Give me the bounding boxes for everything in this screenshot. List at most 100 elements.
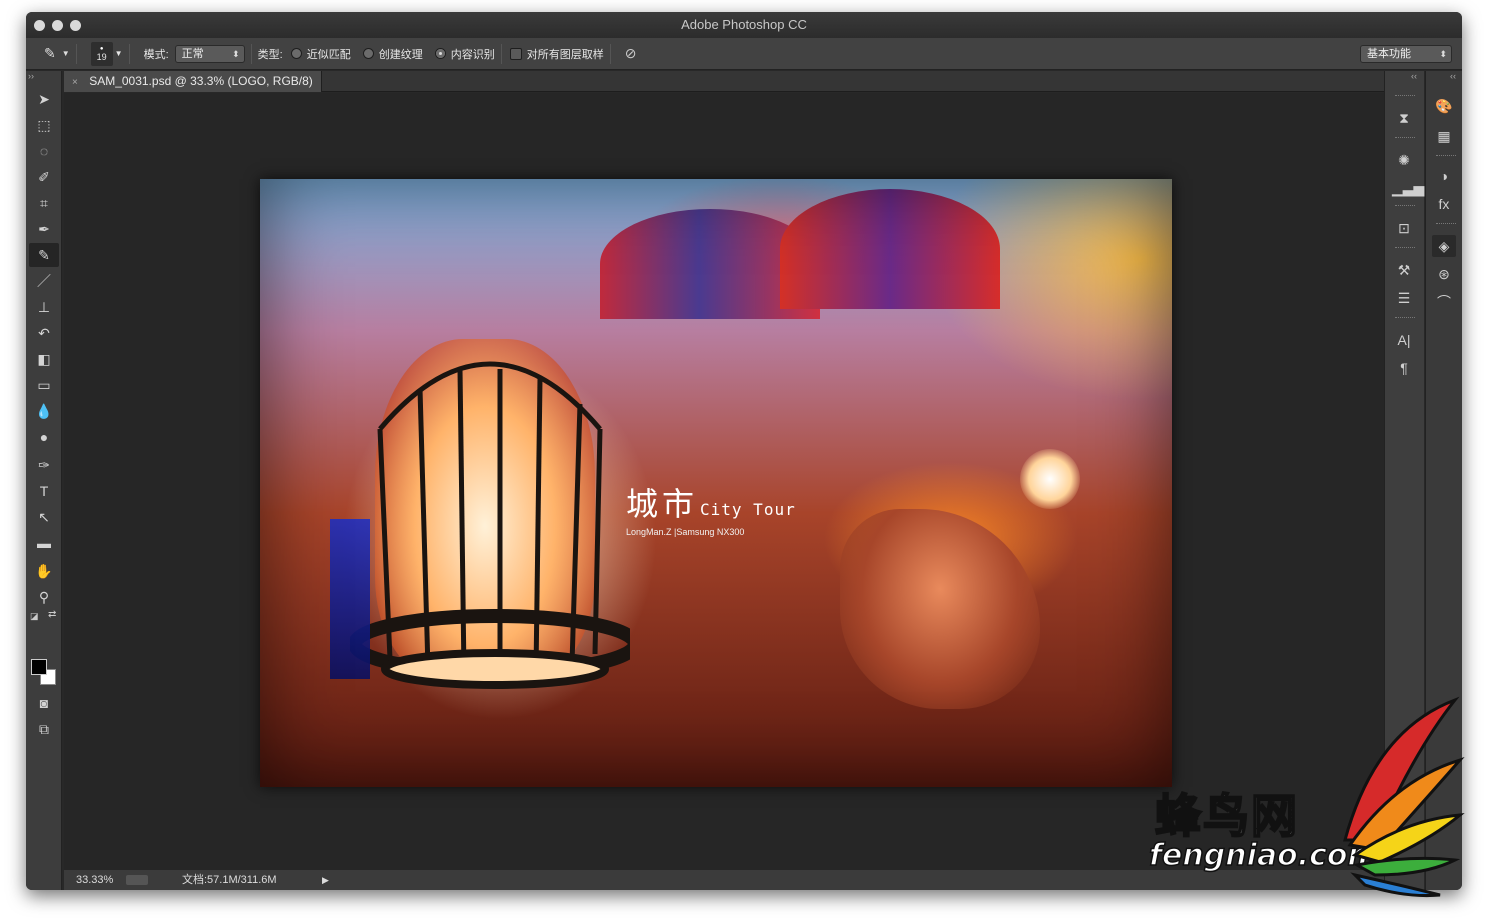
clone-stamp-tool-icon[interactable]: ⊥	[29, 295, 59, 319]
document-tab[interactable]: × SAM_0031.psd @ 33.3% (LOGO, RGB/8)	[64, 71, 322, 92]
sample-all-layers-option[interactable]: 对所有图层取样	[509, 46, 604, 62]
tool-preset-picker[interactable]: ✎ ▼	[44, 45, 70, 62]
default-colors-icon[interactable]: ◪	[30, 611, 39, 622]
history-panel-icon[interactable]: ⧗	[1392, 107, 1416, 129]
type-label: 类型:	[257, 48, 283, 61]
panel-group-grip[interactable]	[1395, 247, 1415, 249]
path-selection-tool-icon[interactable]: ↖	[29, 505, 59, 529]
fengniao-watermark: 蜂鸟网 fengniao.com	[1145, 696, 1465, 900]
panel-group-grip[interactable]	[1395, 137, 1415, 139]
zoom-window-button[interactable]	[70, 20, 81, 31]
caption-credit: LongMan.Z |Samsung NX300	[626, 527, 745, 537]
eyedropper-tool-icon[interactable]: ✒	[29, 217, 59, 241]
quick-selection-tool-icon[interactable]: ✐	[29, 165, 59, 189]
sample-all-layers-checkbox[interactable]	[509, 47, 522, 60]
mode-value: 正常	[181, 47, 204, 60]
panel-group-grip[interactable]	[1395, 317, 1415, 319]
brand-name-cn: 蜂鸟网	[1154, 788, 1299, 844]
type-option-content-aware[interactable]: 内容识别	[434, 46, 495, 62]
gradient-tool-icon[interactable]: ▭	[29, 373, 59, 397]
brush-size-value: 19	[96, 51, 107, 62]
panel-group-grip[interactable]	[1395, 95, 1415, 97]
type-option-label: 近似匹配	[306, 48, 351, 61]
close-tab-icon[interactable]: ×	[72, 77, 78, 88]
styles-panel-icon[interactable]: fx	[1432, 193, 1456, 215]
collapse-dock-icon[interactable]: ‹‹	[1450, 71, 1456, 81]
zoom-tool-icon[interactable]: ⚲	[29, 585, 59, 609]
close-window-button[interactable]	[34, 20, 45, 31]
collapse-panel-icon[interactable]: ››	[28, 71, 34, 81]
sample-all-layers-label: 对所有图层取样	[526, 48, 604, 61]
move-tool-icon[interactable]: ➤	[29, 87, 59, 111]
workspace-select[interactable]: 基本功能	[1360, 44, 1452, 63]
document-image[interactable]: 城市 City Tour LongMan.Z |Samsung NX300	[260, 179, 1172, 787]
paragraph-panel-icon[interactable]: ¶	[1392, 357, 1416, 379]
document-tab-bar: × SAM_0031.psd @ 33.3% (LOGO, RGB/8)	[64, 71, 1392, 92]
crop-tool-icon[interactable]: ⌗	[29, 191, 59, 215]
photo-caption: 城市 City Tour LongMan.Z |Samsung NX300	[626, 479, 796, 537]
divider	[75, 43, 77, 64]
divider	[500, 43, 502, 64]
type-label-group: 类型:	[258, 46, 283, 62]
canvas-area[interactable]: 城市 City Tour LongMan.Z |Samsung NX300	[64, 93, 1392, 870]
dodge-tool-icon[interactable]: ●	[29, 425, 59, 449]
type-option-label: 内容识别	[450, 48, 495, 61]
screen-mode-icon[interactable]: ⧉	[29, 717, 59, 741]
adjustments-panel-icon[interactable]: ◑	[1432, 165, 1456, 187]
healing-brush-icon: ✎	[44, 45, 56, 61]
share-icon[interactable]	[126, 875, 148, 885]
brush-tool-icon[interactable]: ／	[29, 269, 59, 293]
hand-tool-icon[interactable]: ✋	[29, 559, 59, 583]
navigator-panel-icon[interactable]: ⊡	[1392, 217, 1416, 239]
caption-title-en: City Tour	[700, 500, 796, 519]
tool-presets-panel-icon[interactable]: ⚒	[1392, 259, 1416, 281]
radio-button[interactable]	[362, 48, 374, 59]
panel-group-grip[interactable]	[1395, 205, 1415, 207]
histogram-panel-icon[interactable]: ▁▃▅	[1392, 177, 1424, 199]
status-menu-arrow[interactable]: ▶	[322, 870, 329, 890]
panel-group-grip[interactable]	[1436, 223, 1456, 225]
swatches-panel-icon[interactable]: ▦	[1432, 125, 1456, 147]
caption-title-cn: 城市	[626, 485, 699, 523]
brush-size-dropdown[interactable]: ▼	[115, 49, 123, 58]
type-option-proximity[interactable]: 近似匹配	[290, 46, 351, 62]
mode-label-group: 模式: 正常	[144, 44, 245, 63]
collapse-dock-icon[interactable]: ‹‹	[1411, 71, 1417, 81]
pressure-size-button[interactable]: ⊘	[625, 45, 637, 62]
paths-panel-icon[interactable]: ⌒	[1432, 291, 1456, 313]
brush-size-picker[interactable]: ● 19	[90, 41, 113, 66]
swap-colors-icon[interactable]: ⇄	[48, 609, 56, 620]
radio-button[interactable]	[290, 48, 302, 59]
color-panel-icon[interactable]: 🎨	[1432, 95, 1456, 117]
type-option-texture[interactable]: 创建纹理	[362, 46, 423, 62]
channels-panel-icon[interactable]: ⊛	[1432, 263, 1456, 285]
panel-group-grip[interactable]	[1436, 155, 1456, 157]
history-brush-tool-icon[interactable]: ↶	[29, 321, 59, 345]
mode-select[interactable]: 正常	[174, 44, 245, 63]
brush-presets-panel-icon[interactable]: ✺	[1392, 149, 1416, 171]
document-size-info: 文档:57.1M/311.6M	[182, 874, 277, 886]
rectangle-tool-icon[interactable]: ▬	[29, 531, 59, 555]
chevron-down-icon: ▼	[114, 49, 123, 58]
lasso-tool-icon[interactable]: ◌	[29, 139, 59, 163]
quick-mask-icon[interactable]: ◙	[29, 691, 59, 715]
marquee-tool-icon[interactable]: ⬚	[29, 113, 59, 137]
minimize-window-button[interactable]	[52, 20, 63, 31]
photoshop-window: Adobe Photoshop CC ✎ ▼ ● 19 ▼ 模式: 正常 类型:…	[26, 12, 1462, 890]
blur-tool-icon[interactable]: 💧	[29, 399, 59, 423]
spot-healing-brush-tool-icon[interactable]: ✎	[29, 243, 59, 267]
fengniao-logo-icon	[1343, 696, 1465, 898]
radio-button-selected[interactable]	[434, 48, 446, 59]
layers-panel-icon[interactable]: ◈	[1432, 235, 1456, 257]
options-bar: ✎ ▼ ● 19 ▼ 模式: 正常 类型: 近似匹配 创建纹理	[26, 38, 1462, 70]
stylus-pressure-icon: ⊘	[624, 45, 637, 61]
type-tool-icon[interactable]: T	[29, 479, 59, 503]
divider	[609, 43, 611, 64]
foreground-color-swatch[interactable]	[31, 659, 47, 675]
character-panel-icon[interactable]: A|	[1392, 329, 1416, 351]
properties-panel-icon[interactable]: ☰	[1392, 287, 1416, 309]
pen-tool-icon[interactable]: ✑	[29, 453, 59, 477]
chevron-down-icon: ▼	[61, 49, 70, 58]
eraser-tool-icon[interactable]: ◧	[29, 347, 59, 371]
zoom-level[interactable]: 33.33%	[76, 870, 113, 890]
